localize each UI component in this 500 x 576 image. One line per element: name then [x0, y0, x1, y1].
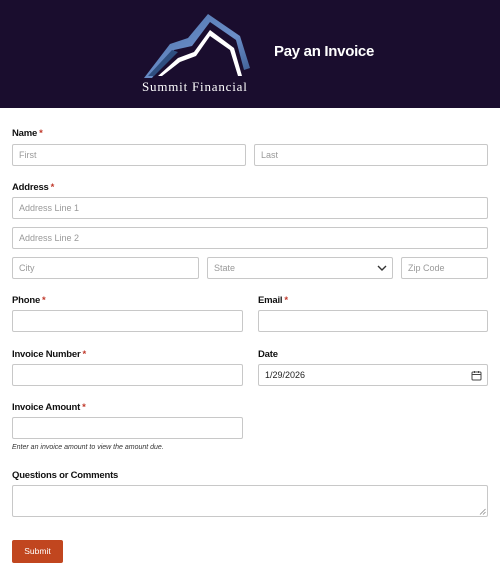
first-name-input[interactable]: First	[12, 144, 246, 166]
date-input[interactable]: 1/29/2026	[258, 364, 488, 386]
date-label: Date	[258, 349, 278, 360]
calendar-icon[interactable]	[471, 370, 482, 381]
required-marker: *	[284, 295, 288, 306]
address-line1-input[interactable]: Address Line 1	[12, 197, 488, 219]
required-marker: *	[50, 182, 55, 193]
city-placeholder: City	[19, 263, 35, 273]
submit-button[interactable]: Submit	[12, 540, 63, 563]
comments-label: Questions or Comments	[12, 470, 119, 481]
email-input[interactable]	[258, 310, 488, 332]
invoice-number-input[interactable]	[12, 364, 243, 386]
required-marker: *	[82, 349, 86, 360]
first-name-placeholder: First	[19, 150, 37, 160]
address-line2-placeholder: Address Line 2	[19, 233, 80, 243]
email-label: Email *	[258, 295, 288, 306]
last-name-input[interactable]: Last	[254, 144, 488, 166]
state-select[interactable]: State	[207, 257, 393, 279]
resize-grip-icon[interactable]	[479, 508, 486, 515]
page-title: Pay an Invoice	[274, 43, 375, 60]
phone-input[interactable]	[12, 310, 243, 332]
brand-name: Summit Financial	[142, 79, 248, 94]
zip-code-input[interactable]: Zip Code	[401, 257, 488, 279]
header-banner: Summit Financial Pay an Invoice	[0, 0, 500, 108]
address-line1-placeholder: Address Line 1	[19, 203, 80, 213]
required-marker: *	[42, 295, 46, 306]
zip-code-placeholder: Zip Code	[408, 263, 445, 273]
last-name-placeholder: Last	[261, 150, 279, 160]
state-placeholder: State	[214, 263, 236, 273]
required-marker: *	[39, 128, 43, 139]
chevron-down-icon	[377, 265, 387, 271]
date-value: 1/29/2026	[265, 370, 306, 380]
invoice-amount-help-text: Enter an invoice amount to view the amou…	[12, 444, 164, 451]
phone-label: Phone *	[12, 295, 46, 306]
invoice-amount-input[interactable]	[12, 417, 243, 439]
comments-textarea[interactable]	[12, 485, 488, 517]
address-line2-input[interactable]: Address Line 2	[12, 227, 488, 249]
invoice-number-label: Invoice Number *	[12, 349, 86, 360]
invoice-amount-label: Invoice Amount *	[12, 402, 86, 413]
city-input[interactable]: City	[12, 257, 199, 279]
required-marker: *	[82, 402, 86, 413]
name-label: Name *	[12, 128, 43, 139]
address-label: Address *	[12, 182, 55, 193]
